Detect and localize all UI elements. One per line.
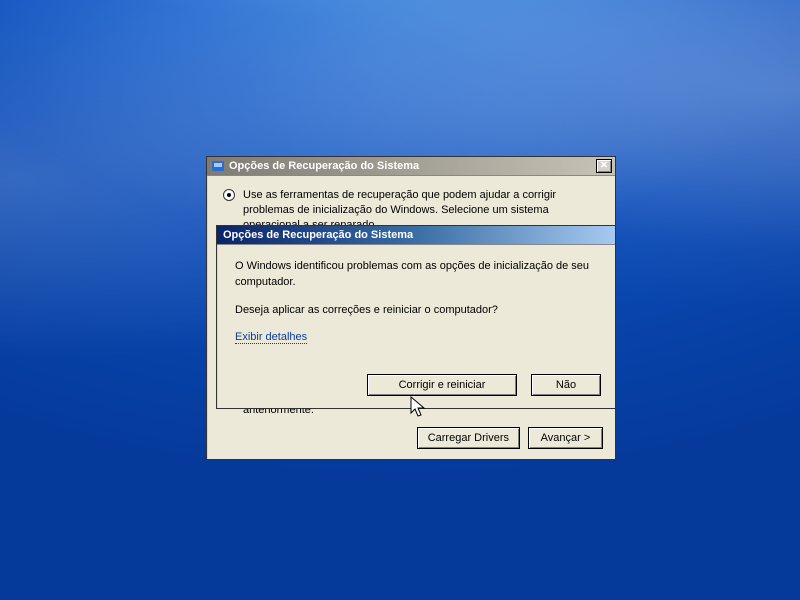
desktop-background: Opções de Recuperação do Sistema ✕ Use a…	[0, 0, 800, 600]
titlebar-dialog-text: Opções de Recuperação do Sistema	[221, 229, 612, 241]
repair-prompt-dialog: Opções de Recuperação do Sistema O Windo…	[216, 225, 616, 409]
dialog-body: O Windows identificou problemas com as o…	[217, 245, 615, 354]
load-drivers-button[interactable]: Carregar Drivers	[417, 427, 520, 449]
radio-recovery-tools[interactable]	[223, 189, 235, 201]
recovery-icon	[211, 159, 225, 173]
repair-restart-button[interactable]: Corrigir e reiniciar	[367, 374, 517, 396]
close-button-main[interactable]: ✕	[596, 159, 612, 173]
dialog-message-2: Deseja aplicar as correções e reiniciar …	[235, 303, 597, 319]
dialog-buttons: Corrigir e reiniciar Não	[367, 374, 601, 396]
dialog-message-1: O Windows identificou problemas com as o…	[235, 259, 597, 291]
titlebar-dialog: Opções de Recuperação do Sistema	[217, 226, 615, 245]
no-button[interactable]: Não	[531, 374, 601, 396]
main-window-buttons: Carregar Drivers Avançar >	[417, 427, 603, 449]
show-details-link[interactable]: Exibir detalhes	[235, 331, 307, 344]
titlebar-main-text: Opções de Recuperação do Sistema	[229, 160, 596, 172]
titlebar-main: Opções de Recuperação do Sistema ✕	[207, 157, 615, 176]
next-button[interactable]: Avançar >	[528, 427, 603, 449]
